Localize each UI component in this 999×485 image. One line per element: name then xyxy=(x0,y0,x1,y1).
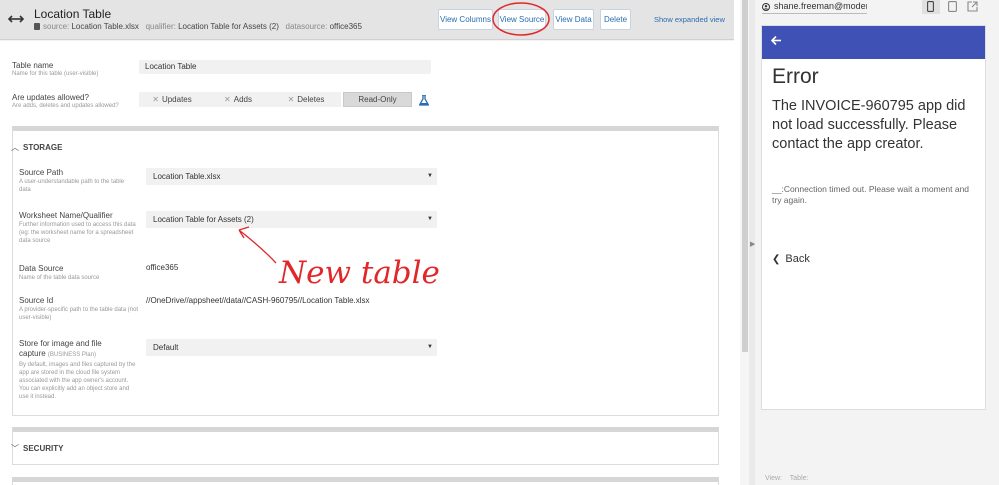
worksheet-help: Further information used to access this … xyxy=(19,222,136,244)
table-name-input[interactable]: Location Table xyxy=(139,60,431,74)
dropdown-arrow-icon: ▼ xyxy=(427,344,433,350)
worksheet-value: Location Table for Assets (2) xyxy=(153,215,254,224)
worksheet-select[interactable]: Location Table for Assets (2) ▼ xyxy=(146,211,437,228)
close-icon: ✕ xyxy=(224,95,231,104)
deletes-option-label: Deletes xyxy=(297,95,325,104)
expand-collapse-icon[interactable] xyxy=(8,12,24,26)
source-id-help: A provider-specific path to the table da… xyxy=(19,307,139,321)
preview-footer: View: Table: xyxy=(765,475,808,482)
phone-icon xyxy=(927,1,934,12)
table-name-label: Table name xyxy=(12,61,54,70)
updates-label: Are updates allowed? xyxy=(12,93,89,102)
source-path-help: A user-understandable path to the table … xyxy=(19,179,125,193)
dropdown-arrow-icon: ▼ xyxy=(427,173,433,179)
flask-icon[interactable] xyxy=(419,95,429,106)
data-source-value: office365 xyxy=(146,263,179,272)
store-plan: (BUSINESS Plan) xyxy=(47,352,96,358)
phone-view-button[interactable] xyxy=(922,0,940,14)
app-root: Location Table source: Location Table.xl… xyxy=(0,0,999,485)
app-bar xyxy=(762,26,985,59)
chevron-up-icon[interactable]: ︿ xyxy=(11,142,19,153)
updates-option[interactable]: ✕ Updates xyxy=(139,92,205,107)
error-detail: __:Connection timed out. Please wait a m… xyxy=(772,184,970,205)
view-data-button[interactable]: View Data xyxy=(553,9,594,30)
security-card xyxy=(12,427,719,465)
store-help: By default, images and files captured by… xyxy=(19,362,136,400)
dropdown-arrow-icon: ▼ xyxy=(427,216,433,222)
table-header: Location Table source: Location Table.xl… xyxy=(0,0,734,40)
table-name-help: Name for this table (user-visible) xyxy=(12,71,99,77)
back-label: Back xyxy=(785,253,810,265)
error-title: Error xyxy=(772,65,819,88)
user-email[interactable]: shane.freeman@moderr xyxy=(762,1,867,14)
updates-help: Are adds, deletes and updates allowed? xyxy=(12,103,119,109)
close-icon: ✕ xyxy=(152,95,159,104)
worksheet-label: Worksheet Name/Qualifier xyxy=(19,211,113,220)
footer-view-label: View: xyxy=(765,475,782,482)
qualifier-label: qualifier: xyxy=(145,22,176,31)
show-expanded-view-link[interactable]: Show expanded view xyxy=(654,15,725,24)
adds-option[interactable]: ✕ Adds xyxy=(205,92,271,107)
source-label: source: xyxy=(43,22,70,31)
arrow-left-icon[interactable] xyxy=(771,35,782,46)
open-external-button[interactable] xyxy=(964,0,982,14)
source-path-value: Location Table.xlsx xyxy=(153,172,221,181)
tablet-icon xyxy=(948,1,957,12)
store-value: Default xyxy=(153,343,179,352)
source-id-label: Source Id xyxy=(19,296,54,305)
source-path-label: Source Path xyxy=(19,168,64,177)
external-link-icon xyxy=(967,1,978,12)
security-title[interactable]: SECURITY xyxy=(23,444,63,453)
store-label: Store for image and file capture (BUSINE… xyxy=(19,339,129,360)
editor-panel: Location Table source: Location Table.xl… xyxy=(0,0,734,485)
data-source-help: Name of the table data source xyxy=(19,275,100,281)
delete-button[interactable]: Delete xyxy=(600,9,631,30)
back-button[interactable]: ❮ Back xyxy=(772,253,810,265)
deletes-option[interactable]: ✕ Deletes xyxy=(271,92,341,107)
source-id-value: //OneDrive//appsheet//data//CASH-960795/… xyxy=(146,296,370,305)
table-title: Location Table xyxy=(34,7,112,21)
tablet-view-button[interactable] xyxy=(944,0,962,14)
datasource-label: datasource: xyxy=(285,22,328,31)
chevron-down-icon[interactable]: ﹀ xyxy=(11,443,19,454)
source-path-select[interactable]: Location Table.xlsx ▼ xyxy=(146,168,437,185)
source-value: Location Table.xlsx xyxy=(71,22,139,31)
table-meta: source: Location Table.xlsx qualifier: L… xyxy=(34,22,362,31)
qualifier-value: Location Table for Assets (2) xyxy=(178,22,279,31)
updates-option-label: Updates xyxy=(161,95,192,104)
storage-title[interactable]: STORAGE xyxy=(23,143,62,152)
adds-option-label: Adds xyxy=(233,95,252,104)
lock-icon xyxy=(34,23,40,30)
read-only-option[interactable]: Read-Only xyxy=(343,92,412,107)
store-select[interactable]: Default ▼ xyxy=(146,339,437,356)
view-source-button[interactable]: View Source xyxy=(498,9,546,30)
chevron-left-icon: ❮ xyxy=(772,254,781,265)
view-columns-button[interactable]: View Columns xyxy=(438,9,493,30)
close-icon: ✕ xyxy=(287,95,295,104)
datasource-value: office365 xyxy=(329,22,362,31)
next-card xyxy=(12,477,719,485)
scrollbar-thumb[interactable] xyxy=(742,0,748,352)
data-source-label: Data Source xyxy=(19,264,64,273)
error-message: The INVOICE-960795 app did not load succ… xyxy=(772,98,966,152)
footer-table-label: Table: xyxy=(789,475,809,482)
